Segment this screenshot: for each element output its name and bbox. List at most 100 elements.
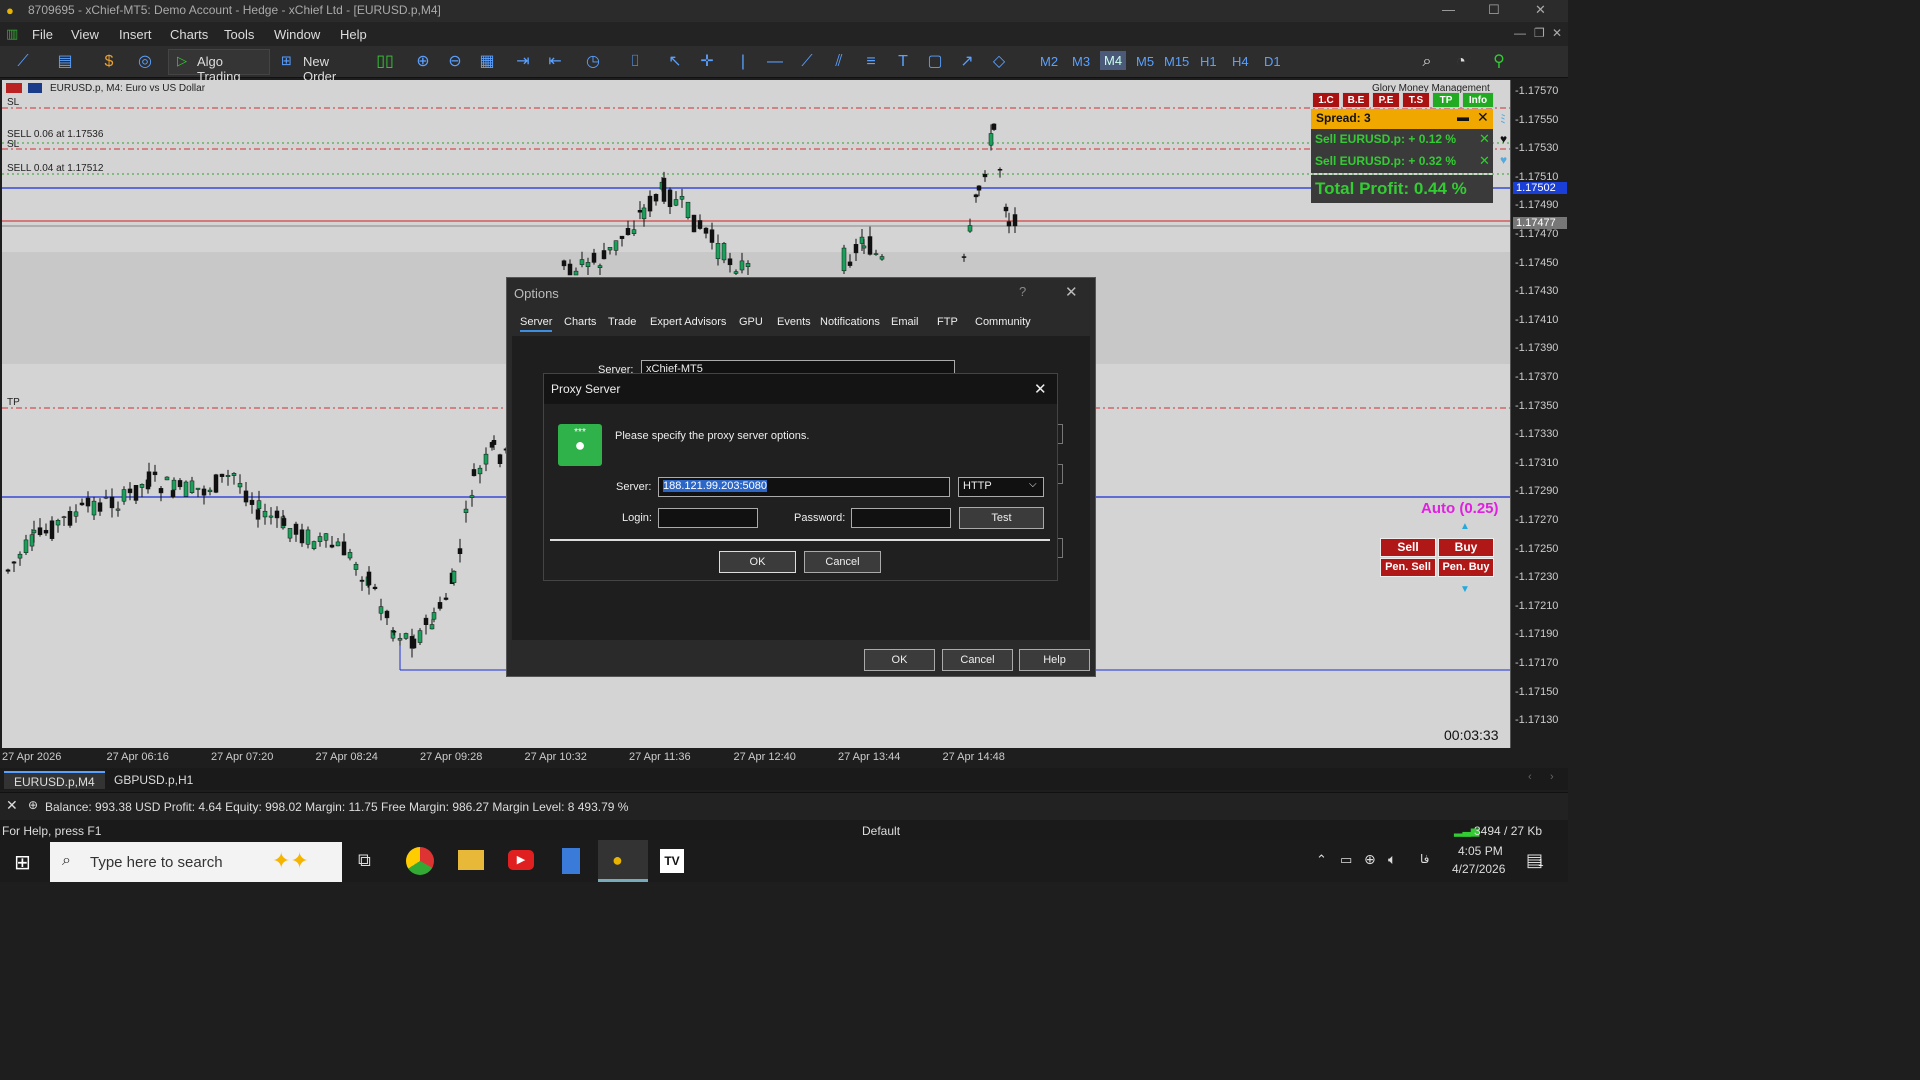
proxy-type-select[interactable]: HTTP ⌵ — [958, 477, 1044, 497]
buy-button[interactable]: Buy — [1438, 538, 1494, 557]
youtube-icon[interactable]: ▶ — [508, 850, 534, 870]
arrow-icon[interactable]: ↗ — [956, 51, 978, 73]
proxy-ok-button[interactable]: OK — [719, 551, 796, 573]
tab-gbpusd[interactable]: GBPUSD.p,H1 — [104, 771, 203, 789]
options-ok-button[interactable]: OK — [864, 649, 935, 671]
tab-notifications[interactable]: Notifications — [820, 316, 880, 328]
tab-community[interactable]: Community — [975, 316, 1031, 328]
new-order-button[interactable]: ⊞ New Order — [274, 49, 368, 84]
tab-scroll-right-icon[interactable]: › — [1550, 771, 1554, 783]
menu-help[interactable]: Help — [340, 27, 367, 42]
lot-up-icon[interactable]: ▲ — [1460, 521, 1470, 532]
cursor-icon[interactable]: ↖ — [664, 51, 686, 73]
mdi-close-icon[interactable]: ✕ — [1552, 26, 1562, 40]
clock-date[interactable]: 4/27/2026 — [1452, 862, 1505, 876]
profile-name[interactable]: Default — [862, 824, 900, 838]
test-button[interactable]: Test — [959, 507, 1044, 529]
network-icon[interactable]: ⊕ — [1364, 851, 1376, 868]
fibonacci-icon[interactable]: ≡ — [860, 51, 882, 73]
mdi-restore-icon[interactable]: ❐ — [1534, 26, 1545, 40]
close-panel-icon[interactable]: ✕ — [1477, 109, 1489, 126]
options-help-button[interactable]: Help — [1019, 649, 1090, 671]
minimize-panel-icon[interactable]: ▬ — [1457, 110, 1469, 124]
tray-chevron-icon[interactable]: ⌃ — [1316, 852, 1327, 868]
info-button[interactable]: Info — [1462, 92, 1494, 108]
depth-of-market-icon[interactable]: ▯▯ — [374, 51, 396, 73]
proxy-cancel-button[interactable]: Cancel — [804, 551, 881, 573]
calculator-icon[interactable] — [562, 848, 580, 874]
login-input[interactable] — [658, 508, 758, 528]
text-icon[interactable]: T — [892, 51, 914, 73]
close-position-icon[interactable]: ✕ — [1479, 131, 1490, 147]
dollar-icon[interactable]: $ — [98, 51, 120, 73]
tab-trade[interactable]: Trade — [608, 316, 636, 328]
algo-trading-button[interactable]: ▷ Algo Trading — [168, 49, 270, 84]
lot-down-icon[interactable]: ▼ — [1460, 584, 1470, 595]
indicators-icon[interactable]: ▤ — [54, 51, 76, 73]
menu-window[interactable]: Window — [274, 27, 320, 42]
tf-h4[interactable]: H4 — [1232, 54, 1249, 69]
password-input[interactable] — [851, 508, 951, 528]
proxy-close-icon[interactable]: ✕ — [1034, 380, 1047, 398]
menu-view[interactable]: View — [71, 27, 99, 42]
tf-m5[interactable]: M5 — [1136, 54, 1154, 69]
windows-start-icon[interactable]: ⊞ — [14, 850, 31, 875]
periods-icon[interactable]: ◷ — [582, 51, 604, 73]
tab-eurusd[interactable]: EURUSD.p,M4 — [4, 771, 105, 789]
channel-icon[interactable]: ⫽ — [828, 51, 850, 73]
tf-d1[interactable]: D1 — [1264, 54, 1281, 69]
trendline-icon[interactable]: ⟋ — [796, 51, 818, 73]
tab-scroll-left-icon[interactable]: ‹ — [1528, 771, 1532, 783]
menu-tools[interactable]: Tools — [224, 27, 254, 42]
tab-server[interactable]: Server — [520, 316, 553, 332]
rectangle-icon[interactable]: ▢ — [924, 51, 946, 73]
chrome-icon[interactable] — [406, 847, 434, 875]
partial-exit-button[interactable]: P.E — [1372, 92, 1400, 108]
trailing-stop-button[interactable]: T.S — [1402, 92, 1430, 108]
close-toolbox-icon[interactable]: ✕ — [6, 797, 18, 814]
file-explorer-icon[interactable] — [458, 850, 484, 870]
pending-sell-button[interactable]: Pen. Sell — [1380, 558, 1436, 577]
metatrader-task-button[interactable] — [598, 840, 648, 882]
notifications-icon[interactable]: ◔ — [1450, 51, 1472, 73]
tab-expert-advisors[interactable]: Expert Advisors — [650, 316, 726, 328]
help-question-icon[interactable]: ? — [1019, 284, 1026, 299]
tab-events[interactable]: Events — [777, 316, 811, 328]
chart-shift-icon[interactable]: ⇥ — [512, 51, 534, 73]
search-box[interactable]: ⌕ Type here to search ✦✦ — [50, 842, 342, 882]
close-position-icon[interactable]: ✕ — [1479, 153, 1490, 169]
auto-lot-label[interactable]: Auto (0.25) — [1421, 500, 1499, 517]
autoscroll-icon[interactable]: ⇤ — [544, 51, 566, 73]
horizontal-line-icon[interactable]: — — [764, 51, 786, 73]
tab-gpu[interactable]: GPU — [739, 316, 763, 328]
sell-button[interactable]: Sell — [1380, 538, 1436, 557]
proxy-server-input[interactable]: 188.121.99.203:5080 — [658, 477, 950, 497]
shapes-icon[interactable]: ◇ — [988, 51, 1010, 73]
tf-m4[interactable]: M4 — [1100, 51, 1127, 70]
menu-file[interactable]: File — [32, 27, 53, 42]
options-cancel-button[interactable]: Cancel — [942, 649, 1013, 671]
tradingview-icon[interactable]: TV — [660, 849, 684, 873]
breakeven-button[interactable]: B.E — [1342, 92, 1370, 108]
input-language[interactable]: فا — [1420, 852, 1429, 866]
menu-charts[interactable]: Charts — [170, 27, 208, 42]
minimize-icon[interactable]: — — [1442, 2, 1455, 17]
tf-m3[interactable]: M3 — [1072, 54, 1090, 69]
volume-icon[interactable]: 🔈︎ — [1388, 851, 1396, 868]
screenshot-icon[interactable]: ⌷ — [624, 51, 646, 73]
tab-ftp[interactable]: FTP — [937, 316, 958, 328]
pending-buy-button[interactable]: Pen. Buy — [1438, 558, 1494, 577]
tp-button[interactable]: TP — [1432, 92, 1460, 108]
line-chart-icon[interactable]: ⟋ — [12, 51, 34, 73]
tab-charts[interactable]: Charts — [564, 316, 596, 328]
crosshair-icon[interactable]: ✛ — [696, 51, 718, 73]
task-view-icon[interactable]: ⧉ — [358, 850, 371, 871]
tile-windows-icon[interactable]: ▦ — [476, 51, 498, 73]
tab-email[interactable]: Email — [891, 316, 919, 328]
zoom-in-icon[interactable]: ⊕ — [412, 51, 434, 73]
clock-time[interactable]: 4:05 PM — [1458, 844, 1503, 858]
tf-h1[interactable]: H1 — [1200, 54, 1217, 69]
zoom-out-icon[interactable]: ⊖ — [444, 51, 466, 73]
search-icon[interactable]: ⌕ — [1416, 51, 1438, 73]
maximize-icon[interactable]: ☐ — [1488, 2, 1500, 18]
